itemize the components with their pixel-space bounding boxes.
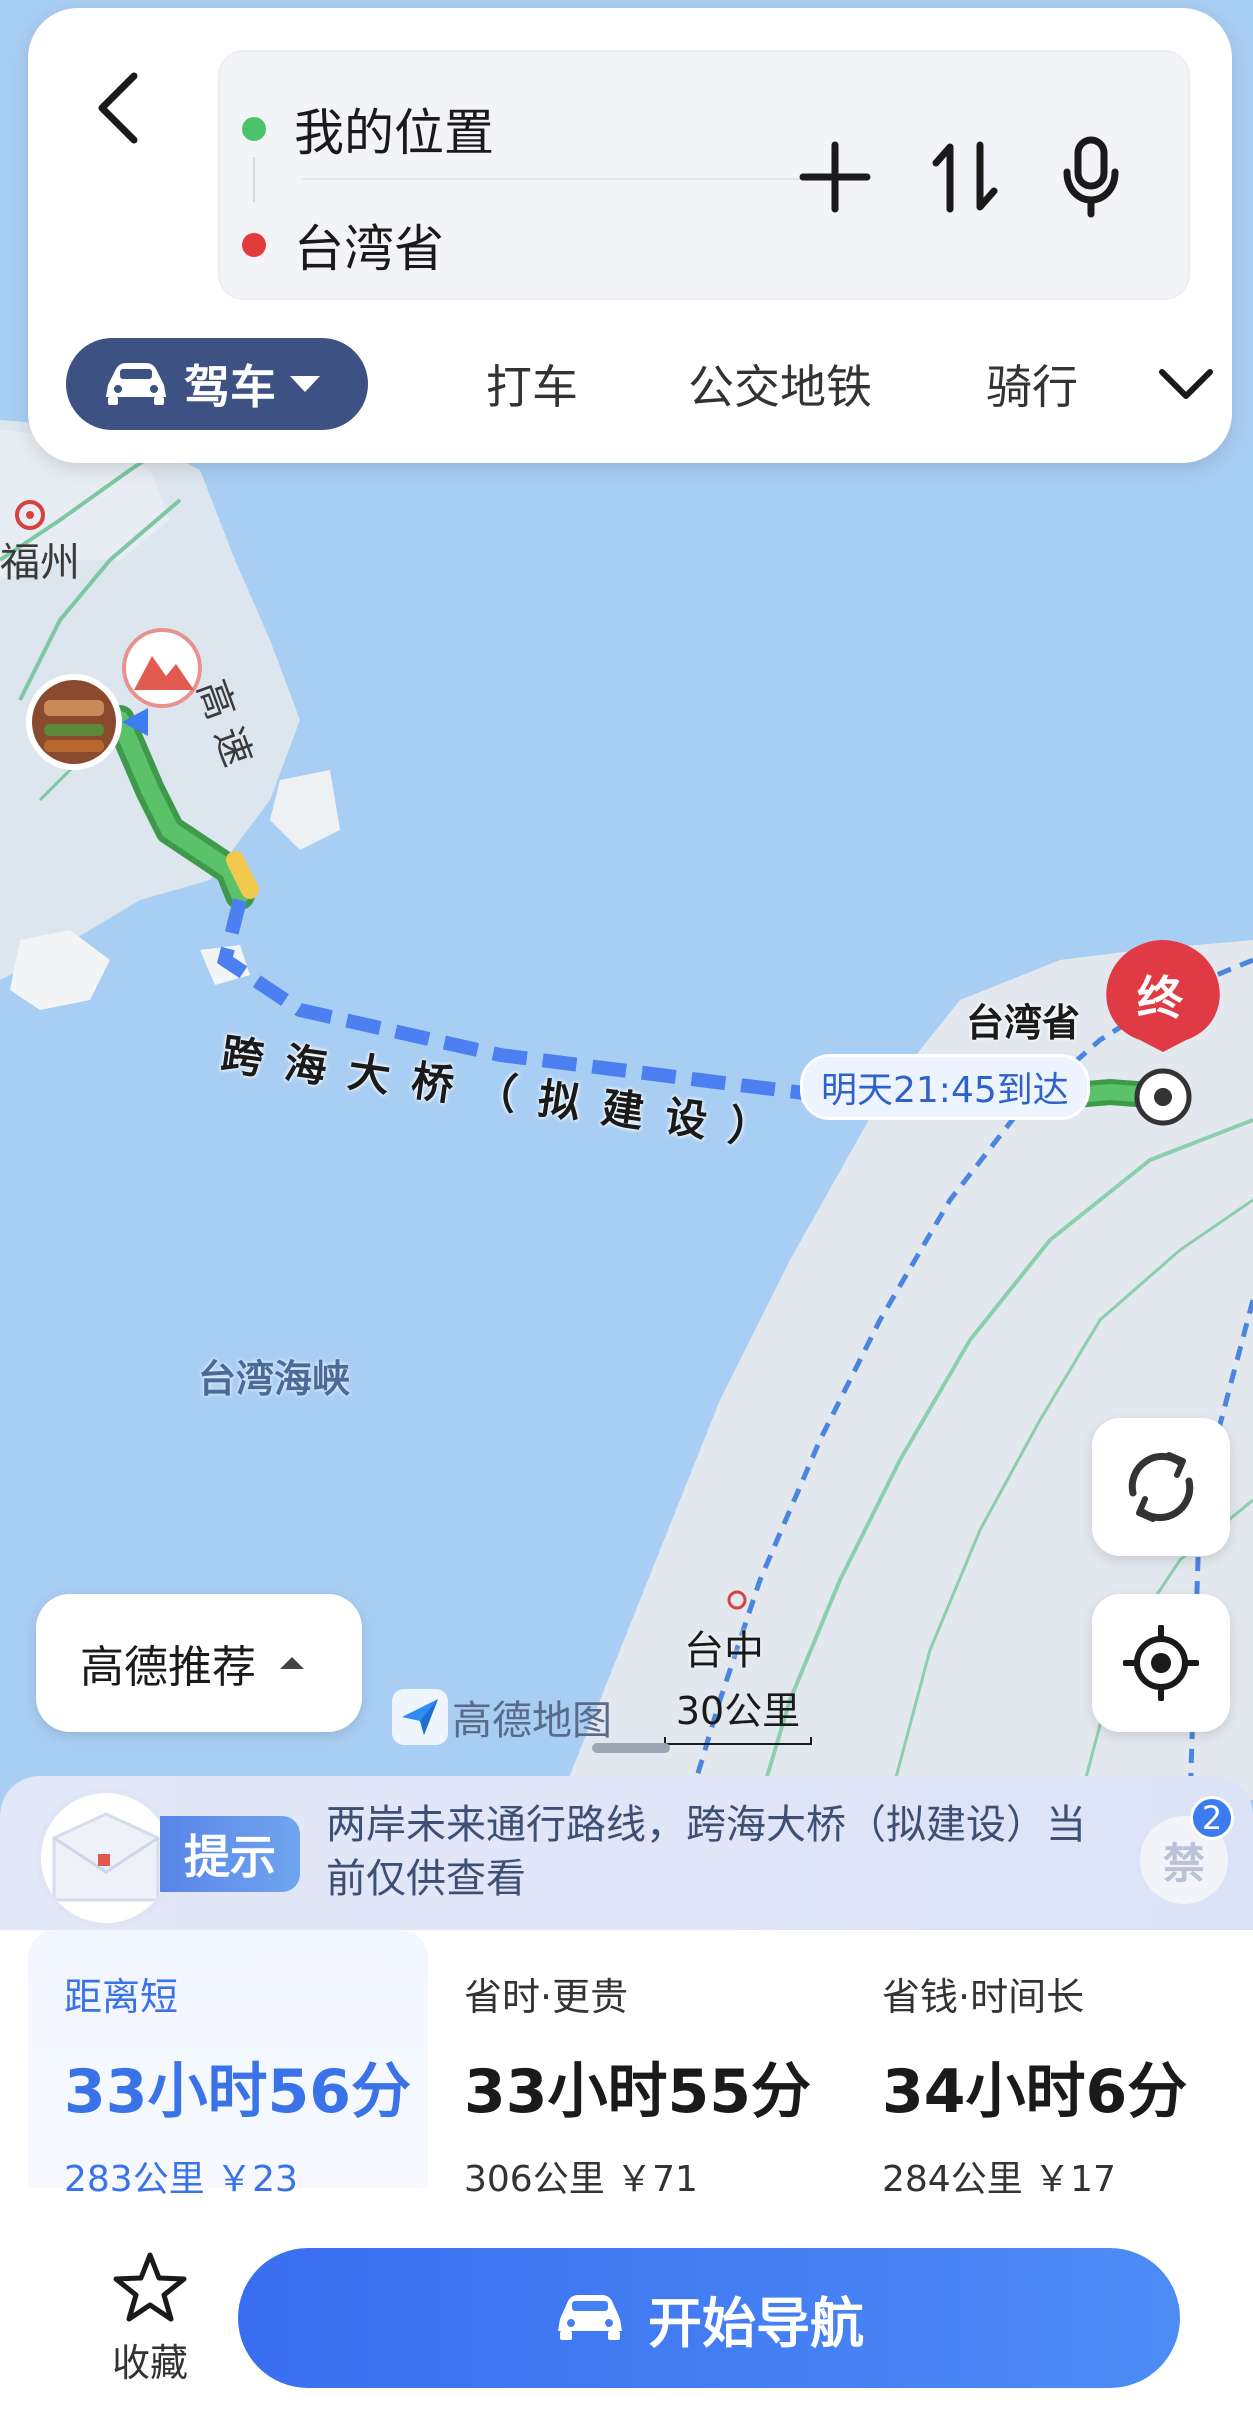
swap-button[interactable] bbox=[920, 132, 1010, 222]
destination-field[interactable]: 台湾省 bbox=[242, 210, 444, 280]
sheet-drag-handle[interactable] bbox=[592, 1743, 670, 1753]
route-input-box: 我的位置 台湾省 bbox=[218, 50, 1190, 300]
route-duration: 33小时56分 bbox=[64, 2057, 411, 2127]
origin-field[interactable]: 我的位置 bbox=[242, 94, 494, 164]
chevron-left-icon bbox=[98, 72, 138, 144]
start-navigation-button[interactable]: 开始导航 bbox=[238, 2248, 1180, 2388]
route-distance-cost: 284公里 ￥17 bbox=[882, 2159, 1116, 2200]
route-tag: 省钱·时间长 bbox=[882, 1975, 1085, 2019]
route-preference-dropdown[interactable]: 高德推荐 bbox=[36, 1594, 362, 1732]
restriction-count-badge: 2 bbox=[1190, 1796, 1234, 1840]
tab-bike[interactable]: 骑行 bbox=[986, 338, 1078, 430]
route-options-panel: 距离短 33小时56分 283公里 ￥23 省时·更贵 33小时55分 306公… bbox=[0, 1930, 1253, 2434]
caret-down-icon bbox=[290, 376, 320, 392]
route-option-cheap[interactable]: 省钱·时间长 34小时6分 284公里 ￥17 bbox=[846, 1930, 1246, 2200]
voice-input-button[interactable] bbox=[1046, 132, 1136, 222]
favorite-label: 收藏 bbox=[111, 2341, 188, 2385]
tab-transit[interactable]: 公交地铁 bbox=[688, 338, 872, 430]
route-distance-cost: 306公里 ￥71 bbox=[464, 2159, 698, 2200]
map-label-taichung[interactable]: 台中 bbox=[684, 1618, 764, 1676]
caret-up-icon bbox=[280, 1657, 304, 1669]
route-tag: 省时·更贵 bbox=[464, 1975, 629, 2019]
back-button[interactable] bbox=[78, 58, 158, 158]
route-distance-cost: 283公里 ￥23 bbox=[64, 2159, 298, 2200]
refresh-route-button[interactable] bbox=[1092, 1418, 1230, 1556]
favorite-button[interactable]: 收藏 bbox=[100, 2250, 200, 2400]
tip-text: 两岸未来通行路线，跨海大桥（拟建设）当前仅供查看 bbox=[326, 1802, 1086, 1902]
start-navigation-label: 开始导航 bbox=[648, 2291, 864, 2355]
map-label-strait: 台湾海峡 bbox=[198, 1357, 351, 1401]
amap-logo-text: 高德地图 bbox=[452, 1698, 612, 1744]
tab-drive-label: 驾车 bbox=[184, 360, 276, 414]
map-scale-label: 30公里 bbox=[675, 1689, 801, 1733]
end-marker-label[interactable]: 终 bbox=[1137, 962, 1183, 1028]
amap-logo-icon bbox=[392, 1689, 448, 1745]
swap-icon bbox=[932, 141, 998, 213]
tab-drive[interactable]: 驾车 bbox=[66, 338, 368, 430]
route-duration: 33小时55分 bbox=[464, 2057, 811, 2127]
plus-icon bbox=[799, 141, 871, 213]
travel-mode-tabs: 驾车 打车 公交地铁 骑行 bbox=[66, 338, 1216, 433]
refresh-icon bbox=[1128, 1452, 1194, 1522]
map-label-destination[interactable]: 台湾省 bbox=[966, 992, 1080, 1047]
map-scale-bar bbox=[664, 1737, 812, 1745]
chevron-down-icon[interactable] bbox=[1156, 354, 1216, 414]
route-preference-label: 高德推荐 bbox=[80, 1642, 256, 1693]
origin-dot-icon bbox=[242, 117, 266, 141]
tip-banner[interactable]: 提示 两岸未来通行路线，跨海大桥（拟建设）当前仅供查看 禁 2 bbox=[0, 1776, 1253, 1936]
map-label-city[interactable]: 福州 bbox=[0, 530, 80, 588]
route-option-fast[interactable]: 省时·更贵 33小时55分 306公里 ￥71 bbox=[428, 1930, 848, 2200]
locate-me-button[interactable] bbox=[1092, 1594, 1230, 1732]
destination-dot-icon bbox=[242, 233, 266, 257]
car-icon bbox=[558, 2295, 622, 2340]
divider bbox=[302, 178, 802, 180]
crosshair-icon bbox=[1123, 1625, 1199, 1701]
amap-logo: 高德地图 bbox=[392, 1688, 612, 1746]
add-waypoint-button[interactable] bbox=[790, 132, 880, 222]
microphone-icon bbox=[1063, 136, 1119, 218]
car-icon bbox=[106, 363, 166, 405]
star-icon bbox=[113, 2252, 187, 2322]
arrival-badge: 明天21:45到达 bbox=[800, 1054, 1090, 1120]
route-connector bbox=[253, 157, 255, 202]
map-scale: 30公里 bbox=[664, 1680, 812, 1745]
route-tag: 距离短 bbox=[64, 1975, 179, 2019]
envelope-icon bbox=[36, 1788, 176, 1928]
origin-text: 我的位置 bbox=[294, 104, 494, 162]
destination-text: 台湾省 bbox=[294, 220, 444, 278]
route-duration: 34小时6分 bbox=[882, 2057, 1188, 2127]
route-search-card: 我的位置 台湾省 驾车 打车 公交地铁 骑行 bbox=[28, 8, 1232, 463]
tip-badge: 提示 bbox=[160, 1816, 300, 1892]
tab-taxi[interactable]: 打车 bbox=[486, 338, 578, 430]
route-option-shortest[interactable]: 距离短 33小时56分 283公里 ￥23 bbox=[28, 1930, 428, 2200]
